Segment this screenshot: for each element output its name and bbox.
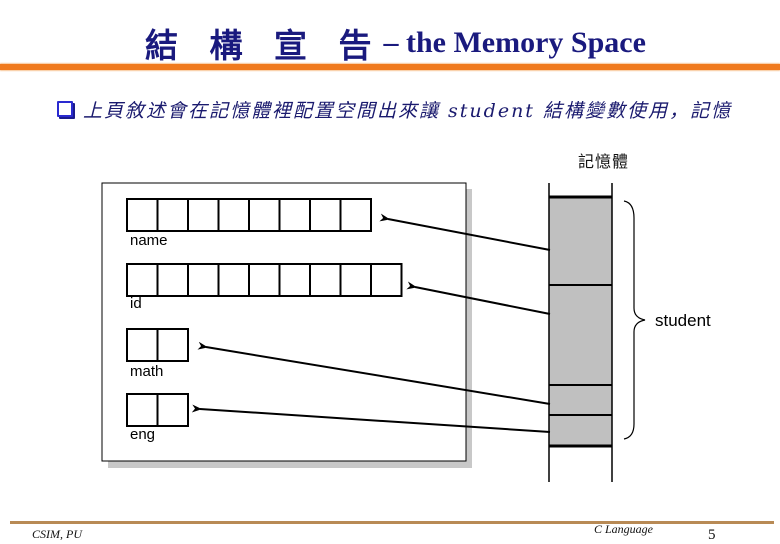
- byte-cell: [248, 263, 281, 297]
- memory-diagram: [101, 182, 646, 482]
- byte-cell: [339, 198, 372, 232]
- footer-divider: [10, 521, 774, 524]
- byte-cell: [217, 263, 250, 297]
- field-box-id: [126, 263, 403, 297]
- byte-cell: [156, 328, 189, 362]
- byte-cell: [126, 328, 159, 362]
- field-box-eng: [126, 393, 189, 427]
- brace-icon: [623, 200, 646, 440]
- byte-cell: [309, 198, 342, 232]
- byte-cell: [126, 393, 159, 427]
- byte-cell: [248, 198, 281, 232]
- byte-cell: [278, 198, 311, 232]
- byte-cell: [187, 198, 220, 232]
- byte-cell: [278, 263, 311, 297]
- byte-cell: [156, 198, 189, 232]
- byte-cell: [156, 393, 189, 427]
- byte-cell: [126, 263, 159, 297]
- byte-cell: [156, 263, 189, 297]
- field-box-name: [126, 198, 372, 232]
- memory-allocated-region: [549, 197, 612, 447]
- footer-right: C Language: [594, 522, 654, 536]
- byte-cell: [217, 198, 250, 232]
- field-label-name: name: [130, 232, 168, 249]
- byte-cell: [339, 263, 372, 297]
- byte-cell: [126, 198, 159, 232]
- field-label-id: id: [130, 295, 142, 312]
- byte-cell: [187, 263, 220, 297]
- field-label-math: math: [130, 363, 164, 380]
- field-box-math: [126, 328, 189, 362]
- struct-variable-label: student: [655, 311, 711, 330]
- page-number: 5: [708, 527, 716, 543]
- byte-cell: [309, 263, 342, 297]
- field-label-eng: eng: [130, 426, 156, 443]
- byte-cell: [370, 263, 403, 297]
